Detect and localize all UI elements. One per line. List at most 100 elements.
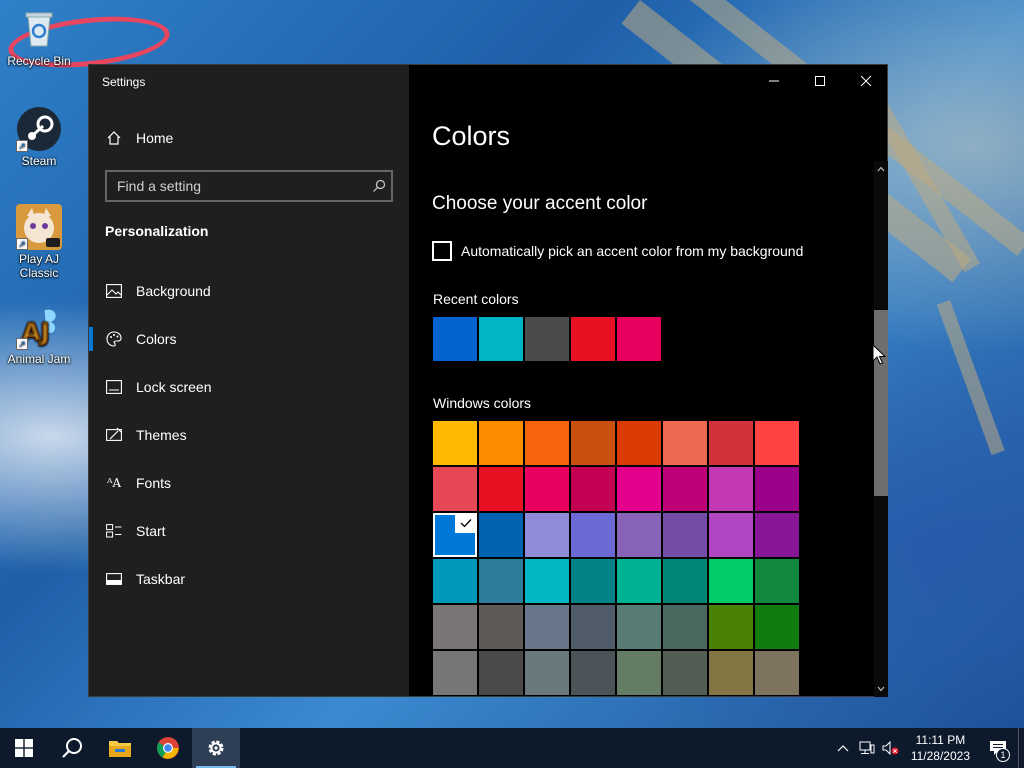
network-icon — [859, 741, 875, 754]
maximize-button[interactable] — [797, 65, 843, 97]
settings-taskbar-button[interactable] — [192, 728, 240, 768]
windows-color-swatch[interactable] — [571, 467, 615, 511]
chrome-button[interactable] — [144, 728, 192, 768]
sidebar-item-background[interactable]: Background — [89, 271, 409, 311]
windows-color-swatch[interactable] — [433, 421, 477, 465]
windows-color-swatch[interactable] — [479, 421, 523, 465]
windows-color-swatch[interactable] — [709, 467, 753, 511]
windows-color-swatch[interactable] — [433, 651, 477, 695]
windows-color-swatch[interactable] — [709, 605, 753, 649]
network-button[interactable] — [855, 728, 879, 768]
windows-color-swatch[interactable] — [525, 559, 569, 603]
windows-color-swatch[interactable] — [571, 421, 615, 465]
desktop-icon-steam[interactable]: ↗ Steam — [4, 106, 74, 168]
sidebar-item-fonts[interactable]: ᴬA Fonts — [89, 463, 409, 503]
minimize-button[interactable] — [751, 65, 797, 97]
steam-icon: ↗ — [16, 106, 62, 152]
auto-pick-accent-option[interactable]: Automatically pick an accent color from … — [432, 241, 803, 261]
file-explorer-button[interactable] — [96, 728, 144, 768]
clock[interactable]: 11:11 PM 11/28/2023 — [903, 732, 978, 764]
scroll-down-button[interactable] — [874, 682, 888, 696]
windows-color-swatch[interactable] — [525, 651, 569, 695]
windows-color-swatch[interactable] — [663, 605, 707, 649]
windows-color-swatch[interactable] — [433, 559, 477, 603]
windows-color-swatch[interactable] — [479, 651, 523, 695]
recent-color-swatch[interactable] — [525, 317, 569, 361]
windows-color-swatch[interactable] — [663, 421, 707, 465]
windows-color-swatch[interactable] — [525, 421, 569, 465]
windows-color-swatch[interactable] — [755, 513, 799, 557]
sidebar-item-label: Colors — [136, 331, 177, 347]
windows-color-swatch[interactable] — [709, 421, 753, 465]
show-hidden-icons-button[interactable] — [831, 728, 855, 768]
animal-jam-icon: AJ ↗ — [16, 304, 62, 350]
sidebar-item-start[interactable]: Start — [89, 511, 409, 551]
windows-color-swatch[interactable] — [479, 513, 523, 557]
windows-color-swatch[interactable] — [709, 651, 753, 695]
windows-color-swatch[interactable] — [617, 651, 661, 695]
recycle-bin-icon — [16, 6, 62, 52]
chevron-down-icon — [877, 686, 885, 692]
windows-color-swatch[interactable] — [571, 605, 615, 649]
windows-color-swatch[interactable] — [755, 467, 799, 511]
windows-color-swatch[interactable] — [571, 651, 615, 695]
search-button[interactable] — [48, 728, 96, 768]
volume-button[interactable] — [879, 728, 903, 768]
sidebar-item-lock-screen[interactable]: Lock screen — [89, 367, 409, 407]
windows-color-swatch[interactable] — [479, 559, 523, 603]
recent-color-swatch[interactable] — [433, 317, 477, 361]
windows-color-swatch[interactable] — [571, 513, 615, 557]
nav-home[interactable]: Home — [89, 118, 409, 158]
windows-color-swatch[interactable] — [433, 605, 477, 649]
windows-color-swatch[interactable] — [709, 513, 753, 557]
shortcut-arrow-icon: ↗ — [16, 338, 28, 350]
find-setting-search[interactable]: Find a setting — [105, 170, 393, 202]
windows-color-swatch[interactable] — [571, 559, 615, 603]
windows-color-swatch[interactable] — [525, 605, 569, 649]
windows-color-swatch[interactable] — [479, 605, 523, 649]
show-desktop-button[interactable] — [1018, 728, 1024, 768]
shortcut-arrow-icon: ↗ — [16, 238, 28, 250]
windows-color-swatch[interactable] — [617, 467, 661, 511]
recent-color-swatch[interactable] — [479, 317, 523, 361]
windows-color-swatch[interactable] — [617, 559, 661, 603]
start-button[interactable] — [0, 728, 48, 768]
windows-color-swatch[interactable] — [663, 467, 707, 511]
palette-icon — [105, 330, 123, 348]
action-center-button[interactable]: 1 — [978, 728, 1018, 768]
search-icon[interactable] — [367, 179, 391, 193]
sidebar-item-themes[interactable]: Themes — [89, 415, 409, 455]
windows-color-swatch[interactable] — [755, 605, 799, 649]
taskbar-icon — [105, 570, 123, 588]
windows-color-swatch[interactable] — [525, 467, 569, 511]
scrollbar-thumb[interactable] — [874, 310, 888, 496]
windows-start-icon — [15, 739, 33, 757]
sidebar-item-colors[interactable]: Colors — [89, 319, 409, 359]
windows-color-swatch[interactable] — [663, 651, 707, 695]
windows-color-swatch[interactable] — [755, 651, 799, 695]
windows-color-swatch[interactable] — [479, 467, 523, 511]
windows-color-swatch[interactable] — [617, 513, 661, 557]
windows-color-swatch[interactable] — [755, 421, 799, 465]
close-button[interactable] — [843, 65, 889, 97]
notification-count-badge: 1 — [996, 748, 1010, 762]
recent-color-swatch[interactable] — [571, 317, 615, 361]
windows-color-swatch[interactable] — [617, 605, 661, 649]
windows-color-swatch[interactable] — [617, 421, 661, 465]
sidebar-item-label: Start — [136, 523, 166, 539]
windows-color-swatch[interactable] — [663, 559, 707, 603]
scroll-up-button[interactable] — [874, 162, 888, 176]
desktop-icon-play-aj-classic[interactable]: ↗ Play AJ Classic — [4, 204, 74, 280]
windows-color-swatch[interactable] — [755, 559, 799, 603]
desktop-icon-animal-jam[interactable]: AJ ↗ Animal Jam — [4, 304, 74, 366]
windows-color-swatch[interactable] — [525, 513, 569, 557]
windows-color-swatch[interactable] — [663, 513, 707, 557]
sidebar-item-taskbar[interactable]: Taskbar — [89, 559, 409, 599]
windows-color-swatch[interactable] — [433, 467, 477, 511]
nav-home-label: Home — [136, 130, 174, 146]
selected-color-swatch[interactable] — [433, 513, 477, 557]
recent-color-swatch[interactable] — [617, 317, 661, 361]
windows-color-swatch[interactable] — [709, 559, 753, 603]
desktop-icon-recycle-bin[interactable]: Recycle Bin — [4, 6, 74, 68]
auto-pick-accent-checkbox[interactable] — [432, 241, 452, 261]
